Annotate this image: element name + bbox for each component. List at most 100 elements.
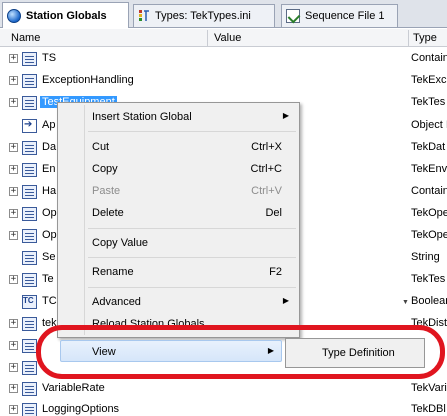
menu-item-shortcut: F2 xyxy=(269,266,282,278)
row-name: Ha xyxy=(42,185,57,197)
menu-item-label: Copy Value xyxy=(92,237,149,249)
tab-station-globals[interactable]: Station Globals xyxy=(2,2,129,28)
container-icon xyxy=(22,229,37,243)
object-reference-icon xyxy=(22,119,37,133)
container-icon xyxy=(22,207,37,221)
container-icon xyxy=(22,185,37,199)
menu-item-delete[interactable]: Delete Del xyxy=(61,202,296,224)
row-name: TS xyxy=(42,52,57,64)
tab-label: Station Globals xyxy=(26,9,107,22)
column-divider[interactable] xyxy=(207,30,208,46)
row-type: Contain xyxy=(411,185,447,197)
tree-row[interactable]: + VariableRate TekVari xyxy=(0,378,447,400)
menu-item-copy-value[interactable]: Copy Value xyxy=(61,232,296,254)
expand-icon[interactable]: + xyxy=(9,384,18,393)
menu-separator xyxy=(88,287,296,288)
tab-sequence-file-1[interactable]: Sequence File 1 xyxy=(281,4,398,27)
row-name: Da xyxy=(42,141,57,153)
document-tab-strip: Station Globals Types: TekTypes.ini Sequ… xyxy=(0,0,447,28)
row-name: Op xyxy=(42,229,57,241)
menu-separator xyxy=(88,228,296,229)
column-divider[interactable] xyxy=(408,30,409,46)
menu-item-advanced[interactable]: Advanced ▶ xyxy=(61,291,296,313)
context-menu: Insert Station Global ▶ Cut Ctrl+X Copy … xyxy=(57,102,300,338)
row-type: TekExc xyxy=(411,74,447,86)
tab-types-tektypes[interactable]: Types: TekTypes.ini xyxy=(133,4,275,27)
row-type: TekDist xyxy=(411,317,447,329)
menu-item-paste: Paste Ctrl+V xyxy=(61,180,296,202)
menu-item-shortcut: Del xyxy=(265,207,282,219)
types-icon xyxy=(138,9,150,23)
row-name: Te xyxy=(42,273,54,285)
menu-item-label: Insert Station Global xyxy=(92,111,192,123)
row-type: TekEnv xyxy=(411,163,447,175)
container-icon xyxy=(22,52,37,66)
menu-item-label: Delete xyxy=(92,207,124,219)
menu-separator xyxy=(88,257,296,258)
menu-item-copy[interactable]: Copy Ctrl+C xyxy=(61,158,296,180)
row-name: En xyxy=(42,163,56,175)
row-type: TekDat xyxy=(411,141,446,153)
expand-icon[interactable]: + xyxy=(9,405,18,414)
menu-item-label: Reload Station Globals xyxy=(92,318,205,330)
submenu-arrow-icon: ▶ xyxy=(282,296,289,305)
menu-item-reload-station-globals[interactable]: Reload Station Globals xyxy=(61,313,296,335)
menu-item-label: Cut xyxy=(92,141,110,153)
tree-row[interactable]: + LoggingOptions TekDBl xyxy=(0,399,447,416)
expand-icon[interactable]: + xyxy=(9,363,18,372)
view-submenu: Type Definition xyxy=(285,338,425,368)
menu-item-label: Advanced xyxy=(92,296,141,308)
row-type: TekDBl xyxy=(411,403,446,415)
expand-icon[interactable]: + xyxy=(9,275,18,284)
menu-item-rename[interactable]: Rename F2 xyxy=(61,261,296,283)
menu-item-cut[interactable]: Cut Ctrl+X xyxy=(61,136,296,158)
container-icon xyxy=(22,74,37,88)
tree-row[interactable]: + TS Contain xyxy=(0,48,447,70)
expand-icon[interactable]: + xyxy=(9,187,18,196)
sequence-file-icon xyxy=(286,9,300,23)
menu-item-shortcut: Ctrl+X xyxy=(251,141,282,153)
submenu-arrow-icon: ▶ xyxy=(282,111,289,120)
row-name: ExceptionHandling xyxy=(42,74,134,86)
container-icon xyxy=(22,273,37,287)
submenu-arrow-icon: ▶ xyxy=(267,346,274,355)
row-type: TekTes xyxy=(411,96,446,108)
expand-icon[interactable]: + xyxy=(9,209,18,218)
menu-item-insert-station-global[interactable]: Insert Station Global ▶ xyxy=(61,106,296,128)
expand-icon[interactable]: + xyxy=(9,231,18,240)
container-icon xyxy=(22,163,37,177)
expand-icon[interactable]: + xyxy=(9,143,18,152)
row-type: TekTes xyxy=(411,273,446,285)
column-name[interactable]: Name xyxy=(11,32,40,44)
expand-icon[interactable]: + xyxy=(9,341,18,350)
menu-item-label: Type Definition xyxy=(322,347,395,359)
column-type[interactable]: Type xyxy=(413,32,437,44)
expand-icon[interactable]: + xyxy=(9,98,18,107)
menu-item-shortcut: Ctrl+V xyxy=(251,185,282,197)
column-value[interactable]: Value xyxy=(214,32,241,44)
menu-item-view[interactable]: View ▶ xyxy=(60,340,282,362)
row-type: TekOpe xyxy=(411,229,447,241)
row-type: Boolear xyxy=(411,295,447,307)
chevron-down-icon[interactable]: ▼ xyxy=(402,299,409,306)
menu-item-type-definition[interactable]: Type Definition xyxy=(289,342,421,364)
row-type: Contain xyxy=(411,52,447,64)
expand-icon[interactable]: + xyxy=(9,54,18,63)
expand-icon[interactable]: + xyxy=(9,165,18,174)
row-type: TekVari xyxy=(411,382,447,394)
row-name: LoggingOptions xyxy=(42,403,120,415)
menu-item-label: View xyxy=(92,346,116,358)
expand-icon[interactable]: + xyxy=(9,319,18,328)
container-icon xyxy=(22,96,37,110)
container-icon xyxy=(22,317,37,331)
container-icon xyxy=(22,339,37,353)
expand-icon[interactable]: + xyxy=(9,76,18,85)
tab-label: Types: TekTypes.ini xyxy=(155,10,251,22)
boolean-icon xyxy=(22,295,37,309)
menu-item-label: Rename xyxy=(92,266,134,278)
globe-icon xyxy=(7,8,21,23)
tree-row[interactable]: + ExceptionHandling TekExc xyxy=(0,70,447,92)
row-type: String xyxy=(411,251,440,263)
menu-separator xyxy=(88,131,296,132)
row-name: Se xyxy=(42,251,56,263)
